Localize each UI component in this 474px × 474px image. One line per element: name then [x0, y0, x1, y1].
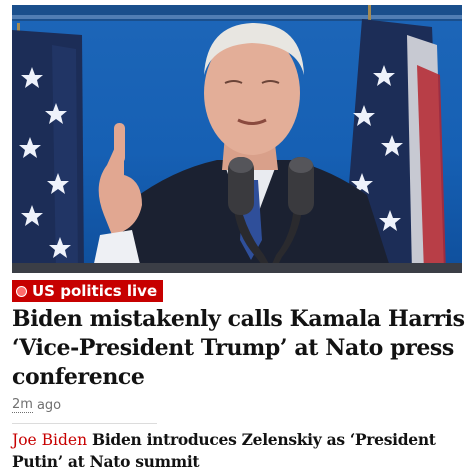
timestamp-suffix: ago	[36, 397, 62, 413]
live-kicker-badge[interactable]: US politics live	[12, 280, 164, 302]
related-link[interactable]: Joe Biden Biden introduces Zelenskiy as …	[12, 429, 467, 473]
live-dot-icon	[16, 285, 27, 297]
divider	[12, 423, 157, 424]
photo-illustration	[12, 5, 462, 273]
left-flag	[12, 23, 84, 273]
article-photo[interactable]	[12, 5, 462, 273]
article-card[interactable]: US politics live Biden mistakenly calls …	[0, 0, 474, 474]
article-headline[interactable]: Biden mistakenly calls Kamala Harris ‘Vi…	[12, 305, 467, 392]
related-kicker: Joe Biden	[12, 431, 88, 449]
timestamp: 2m ago	[12, 397, 61, 413]
kicker-label: US politics live	[32, 282, 158, 300]
timestamp-value: 2m	[12, 397, 33, 413]
podium	[12, 263, 462, 273]
ceiling-light	[12, 15, 462, 19]
pointing-finger	[114, 123, 125, 163]
